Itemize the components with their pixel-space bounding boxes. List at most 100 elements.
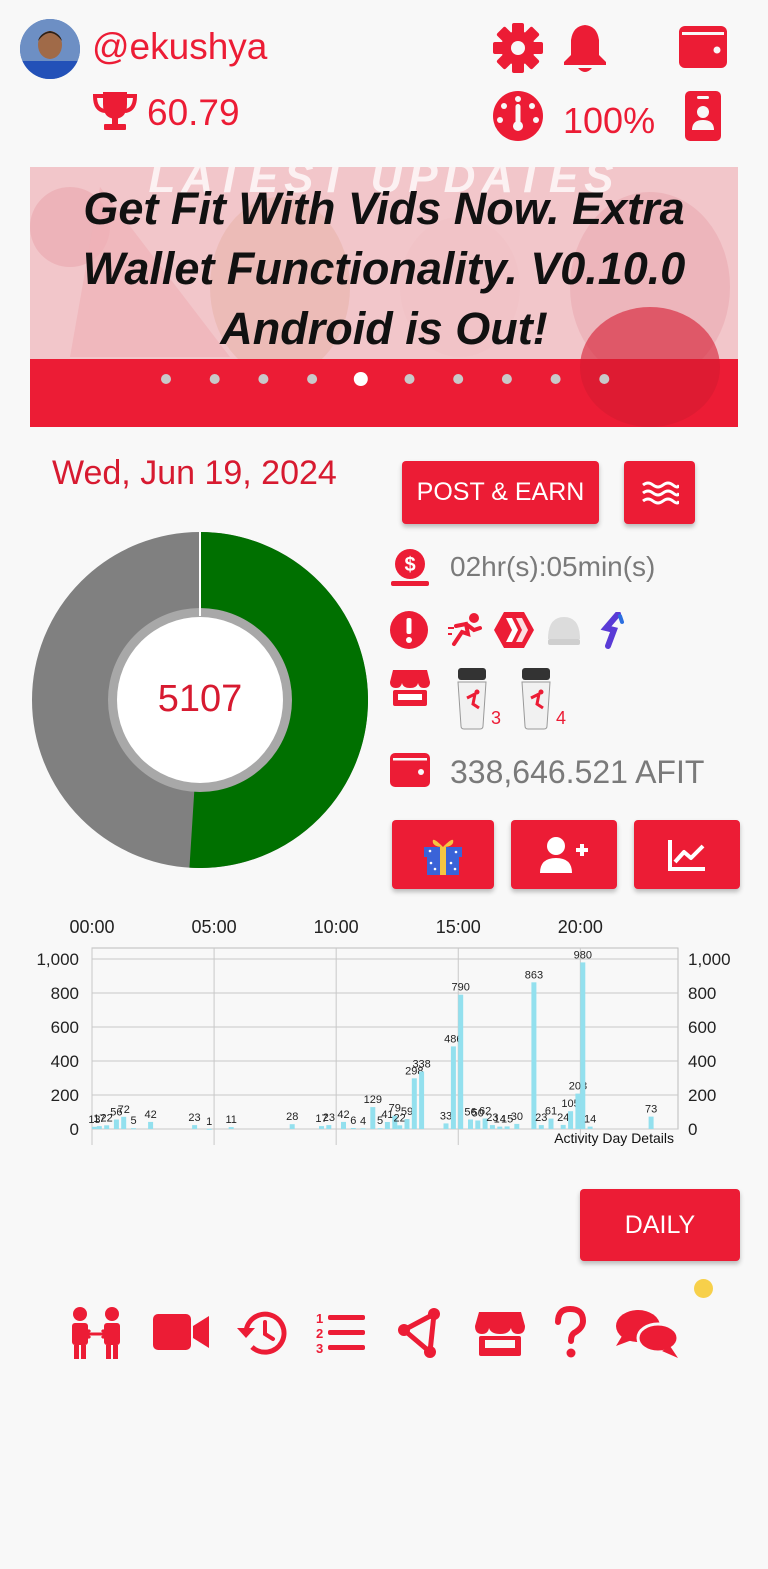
bar-value-label: 338 xyxy=(412,1059,430,1071)
carousel-dot[interactable] xyxy=(599,374,610,384)
share-icon[interactable] xyxy=(394,1306,444,1360)
wallet-balance-icon[interactable] xyxy=(389,751,431,789)
bar-value-label: 23 xyxy=(188,1112,200,1124)
chart-bar xyxy=(384,1122,390,1129)
chart-bar xyxy=(377,1128,383,1130)
x-tick-top: 20:00 xyxy=(558,917,603,937)
chart-bar xyxy=(468,1119,473,1129)
battery-percent: 100% xyxy=(563,100,656,141)
carousel-dot[interactable] xyxy=(161,374,171,384)
chart-bar xyxy=(404,1119,410,1129)
chart-bar xyxy=(475,1120,481,1129)
carousel-dot[interactable] xyxy=(209,374,220,384)
chart-bar xyxy=(113,1119,119,1129)
carousel-dot-active[interactable] xyxy=(353,372,368,386)
x-tick-top: 10:00 xyxy=(314,917,359,937)
chart-bar xyxy=(443,1123,449,1129)
bar-value-label: 23 xyxy=(323,1112,335,1124)
item1-count: 3 xyxy=(491,708,502,728)
actifit-runner-icon[interactable] xyxy=(446,610,486,650)
chart-bar xyxy=(419,1071,425,1129)
id-badge-icon[interactable] xyxy=(684,90,722,142)
y-tick-left: 800 xyxy=(51,984,79,1003)
waves-icon xyxy=(641,481,679,504)
store-icon[interactable] xyxy=(389,668,431,708)
bar-value-label: 790 xyxy=(452,982,470,994)
daily-button[interactable]: DAILY xyxy=(580,1189,740,1261)
chart-bar xyxy=(514,1123,520,1129)
chart-bar xyxy=(131,1128,136,1130)
history-icon[interactable] xyxy=(234,1308,288,1358)
shaker-bottle-icon-1[interactable] xyxy=(455,668,489,730)
carousel-dot[interactable] xyxy=(453,374,464,384)
chart-bar xyxy=(397,1125,403,1129)
current-date: Wed, Jun 19, 2024 xyxy=(52,454,337,492)
activity-chart[interactable]: 1,000 1,000 800 800 600 600 400 400 200 200 0 0 00:0… xyxy=(0,910,768,1160)
stats-button[interactable] xyxy=(634,820,740,889)
bar-value-label: 6 xyxy=(350,1115,356,1127)
bar-value-label: 30 xyxy=(511,1111,523,1123)
chart-bar xyxy=(319,1126,324,1129)
friends-exchange-icon[interactable] xyxy=(66,1306,126,1360)
y-tick-right: 400 xyxy=(688,1052,716,1071)
hive-icon[interactable] xyxy=(492,610,536,650)
post-earn-label: POST & EARN xyxy=(416,478,585,506)
add-friend-button[interactable] xyxy=(511,820,617,889)
bell-icon[interactable] xyxy=(562,22,608,74)
daily-label: DAILY xyxy=(624,1210,696,1239)
chat-icon[interactable] xyxy=(614,1308,682,1360)
y-tick-right: 200 xyxy=(688,1086,716,1105)
y-tick-right: 1,000 xyxy=(688,950,731,969)
carousel-dot[interactable] xyxy=(501,374,512,384)
steps-donut[interactable]: 5107 xyxy=(32,532,368,868)
bar-value-label: 1 xyxy=(206,1116,212,1128)
carousel-dot[interactable] xyxy=(258,374,269,384)
wallet-icon[interactable] xyxy=(678,24,728,70)
chart-bar xyxy=(580,962,586,1129)
svg-text:2: 2 xyxy=(316,1326,323,1341)
speedometer-icon[interactable] xyxy=(492,90,544,142)
chart-bar xyxy=(96,1126,102,1129)
username[interactable]: @ekushya xyxy=(92,26,267,68)
chart-bar xyxy=(360,1128,366,1130)
carousel-dot[interactable] xyxy=(307,374,318,384)
chart-bar xyxy=(560,1124,566,1129)
chart-bar xyxy=(350,1128,356,1129)
active-time: 02hr(s):05min(s) xyxy=(450,551,656,582)
leaderboard-list-icon[interactable]: 1 2 3 xyxy=(314,1310,366,1356)
help-icon[interactable] xyxy=(552,1306,588,1360)
steps-total: 5107 xyxy=(157,678,243,720)
y-tick-left: 0 xyxy=(70,1120,79,1139)
shaker-bottle-icon-2[interactable] xyxy=(519,668,553,730)
bar-value-label: 72 xyxy=(118,1104,130,1116)
dollar-timer-icon: $ xyxy=(389,548,431,588)
chart-bar xyxy=(289,1124,295,1129)
chart-bar xyxy=(458,994,464,1129)
bar-value-label: 14 xyxy=(584,1114,596,1126)
updates-banner[interactable]: LATEST UPDATES Get Fit With Vids Now. Ex… xyxy=(30,167,738,427)
x-tick-top: 05:00 xyxy=(192,917,237,937)
steem-engine-icon[interactable] xyxy=(600,612,628,650)
gift-button[interactable] xyxy=(392,820,494,889)
gear-icon[interactable] xyxy=(492,22,544,74)
marketplace-icon[interactable] xyxy=(474,1310,526,1358)
menu-button[interactable] xyxy=(624,461,695,524)
avatar[interactable] xyxy=(20,19,80,79)
x-tick-top: 00:00 xyxy=(69,917,114,937)
carousel-dot[interactable] xyxy=(404,374,415,384)
bar-value-label: 33 xyxy=(440,1110,452,1122)
blurt-icon[interactable] xyxy=(546,613,582,649)
carousel-dot[interactable] xyxy=(550,374,561,384)
x-tick-top: 15:00 xyxy=(436,917,481,937)
chart-bar xyxy=(531,982,537,1129)
svg-text:3: 3 xyxy=(316,1341,323,1356)
chart-bar xyxy=(104,1125,110,1129)
bar-value-label: 61 xyxy=(545,1106,557,1118)
chart-bar xyxy=(91,1126,97,1129)
chart-bar xyxy=(648,1116,654,1129)
post-earn-button[interactable]: POST & EARN xyxy=(402,461,599,524)
alert-icon[interactable] xyxy=(389,610,429,650)
video-icon[interactable] xyxy=(152,1312,210,1352)
score-value: 60.79 xyxy=(147,92,240,133)
chart-bar xyxy=(370,1107,376,1129)
